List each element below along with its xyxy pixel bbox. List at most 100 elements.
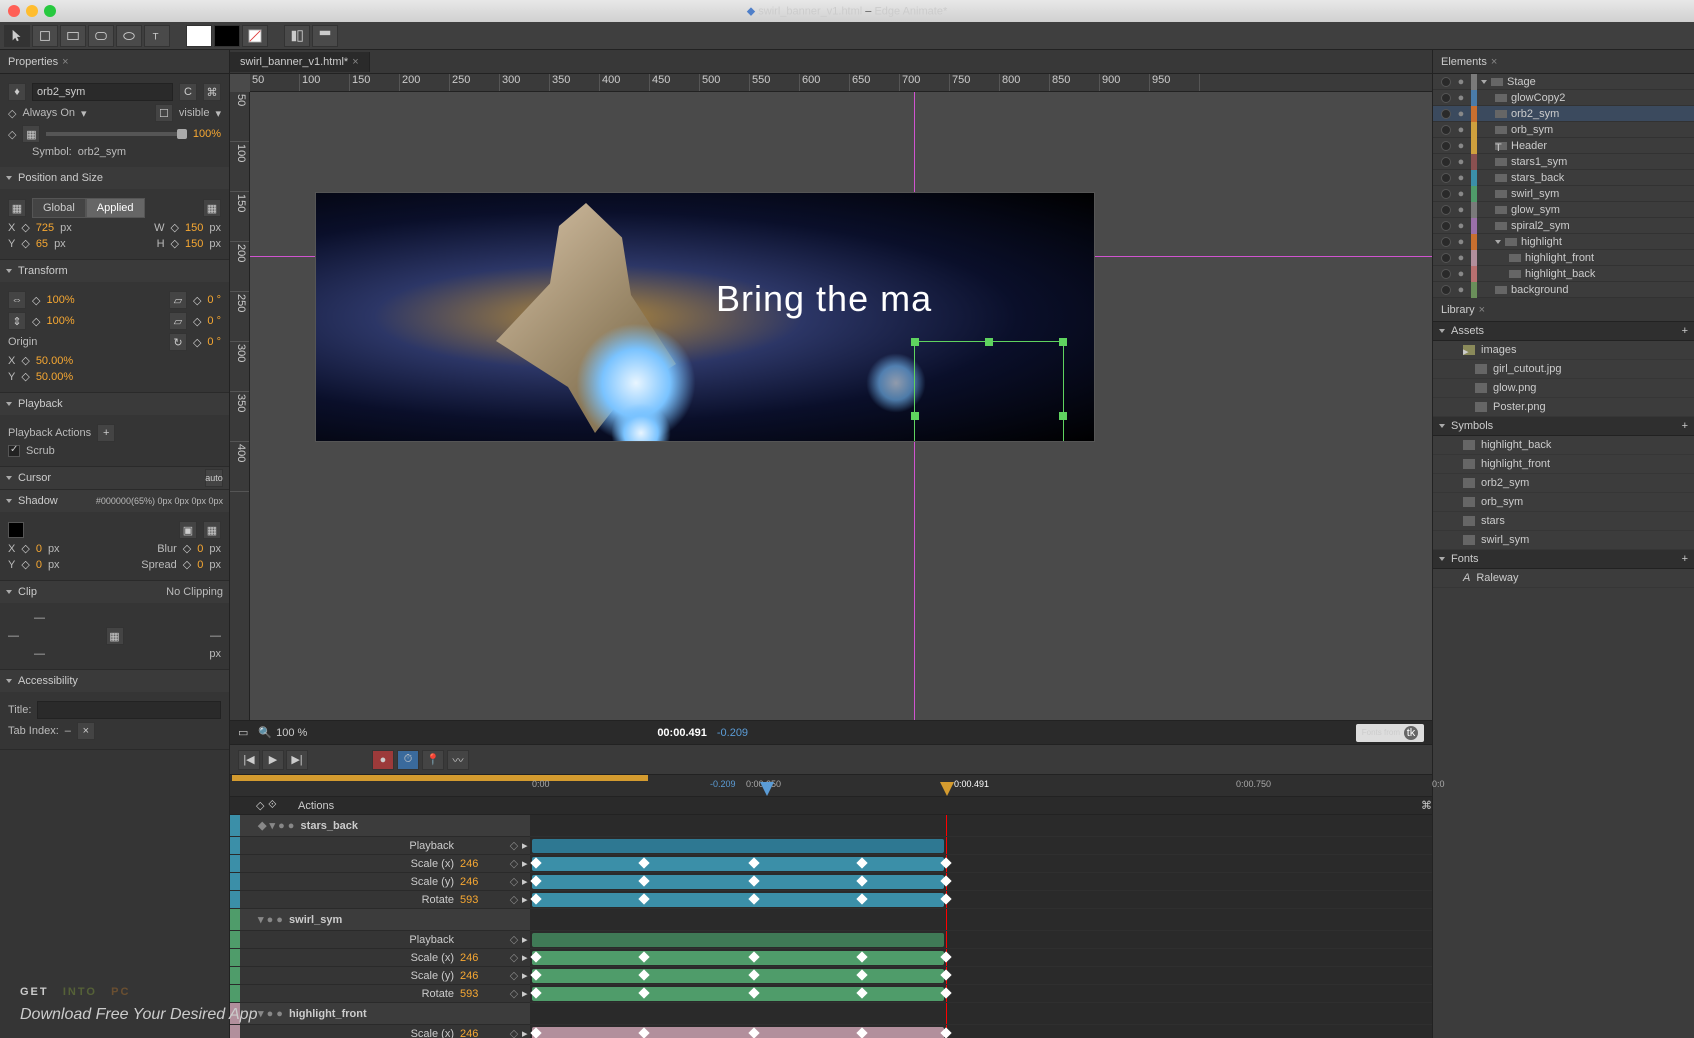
scale-y-value[interactable]: 100% bbox=[46, 315, 74, 327]
action-button[interactable]: ⌘ bbox=[203, 83, 221, 101]
transform-section-header[interactable]: Transform bbox=[0, 260, 229, 282]
visibility-icon[interactable]: ● bbox=[1455, 92, 1467, 104]
add-keyframe-button[interactable]: ◇ bbox=[506, 839, 522, 852]
layer-glowCopy2[interactable]: ●glowCopy2 bbox=[1433, 90, 1694, 106]
track-stars_back[interactable]: ◆ ▾ ● ● stars_back bbox=[230, 815, 530, 837]
prop-Playback[interactable]: Playback◇▸ bbox=[230, 931, 530, 949]
selection-box[interactable] bbox=[914, 341, 1064, 442]
shadow-type-inner[interactable]: ▦ bbox=[203, 521, 221, 539]
symbol-stars[interactable]: stars bbox=[1433, 512, 1694, 531]
playhead-marker[interactable] bbox=[940, 782, 954, 796]
visibility-icon[interactable]: ● bbox=[1455, 268, 1467, 280]
visibility-icon[interactable]: ● bbox=[1455, 140, 1467, 152]
add-keyframe-button[interactable]: ◇ bbox=[506, 875, 522, 888]
layout-defaults[interactable] bbox=[312, 25, 338, 47]
fg-color-swatch[interactable] bbox=[214, 25, 240, 47]
layer-stars1_sym[interactable]: ●stars1_sym bbox=[1433, 154, 1694, 170]
close-window-button[interactable] bbox=[8, 5, 20, 17]
zoom-out-button[interactable]: ▭ bbox=[238, 726, 248, 739]
visibility-icon[interactable]: ● bbox=[1455, 236, 1467, 248]
asset-Poster.png[interactable]: Poster.png bbox=[1433, 398, 1694, 417]
add-keyframe-button[interactable]: ◇ bbox=[506, 893, 522, 906]
add-keyframe-button[interactable]: ◇ bbox=[506, 951, 522, 964]
play-button[interactable]: ▶ bbox=[262, 750, 284, 770]
coord-icon[interactable]: ▦ bbox=[8, 199, 26, 217]
fonts-badge[interactable]: Fonts fromtk bbox=[1356, 724, 1424, 742]
symbol-highlight_back[interactable]: highlight_back bbox=[1433, 436, 1694, 455]
layer-orb2_sym[interactable]: ●orb2_sym bbox=[1433, 106, 1694, 122]
scale-x-value[interactable]: 100% bbox=[46, 294, 74, 306]
auto-transition-button[interactable]: ⏱ bbox=[397, 750, 419, 770]
layer-Header[interactable]: ●THeader bbox=[1433, 138, 1694, 154]
fonts-section[interactable]: Fonts+ bbox=[1433, 550, 1694, 569]
pos-x-value[interactable]: 725 bbox=[36, 222, 54, 234]
pin-marker[interactable] bbox=[760, 782, 774, 796]
transform-tool[interactable] bbox=[32, 25, 58, 47]
symbols-section[interactable]: Symbols+ bbox=[1433, 417, 1694, 436]
tabindex-remove[interactable]: × bbox=[77, 722, 95, 740]
layer-highlight_front[interactable]: ●highlight_front bbox=[1433, 250, 1694, 266]
layer-orb_sym[interactable]: ●orb_sym bbox=[1433, 122, 1694, 138]
prop-Rotate[interactable]: Rotate593◇▸ bbox=[230, 985, 530, 1003]
prop-Scale (y)[interactable]: Scale (y)246◇▸ bbox=[230, 873, 530, 891]
ellipse-tool[interactable] bbox=[116, 25, 142, 47]
prop-Scale (x)[interactable]: Scale (x)246◇▸ bbox=[230, 855, 530, 873]
shadow-section-header[interactable]: Shadow#000000(65%) 0px 0px 0px 0px bbox=[0, 490, 229, 512]
shadow-x[interactable]: 0 bbox=[36, 543, 42, 555]
document-tab[interactable]: swirl_banner_v1.html*× bbox=[230, 52, 370, 72]
visibility-icon[interactable]: ● bbox=[1455, 124, 1467, 136]
visibility-icon[interactable]: ● bbox=[1455, 108, 1467, 120]
elements-tab[interactable]: Elements× bbox=[1433, 50, 1694, 74]
shadow-blur[interactable]: 0 bbox=[197, 543, 203, 555]
layer-highlight_back[interactable]: ●highlight_back bbox=[1433, 266, 1694, 282]
stage-composition[interactable]: Bring the ma bbox=[315, 192, 1095, 442]
layer-glow_sym[interactable]: ●glow_sym bbox=[1433, 202, 1694, 218]
track-swirl_sym[interactable]: ▾ ● ● swirl_sym bbox=[230, 909, 530, 931]
scrub-checkbox[interactable] bbox=[8, 445, 20, 457]
prop-Scale (x)[interactable]: Scale (x)246◇▸ bbox=[230, 949, 530, 967]
shadow-type-outer[interactable]: ▣ bbox=[179, 521, 197, 539]
visibility-icon[interactable]: ● bbox=[1455, 284, 1467, 296]
opacity-slider[interactable] bbox=[46, 132, 186, 136]
playback-section-header[interactable]: Playback bbox=[0, 393, 229, 415]
prop-Rotate[interactable]: Rotate593◇▸ bbox=[230, 891, 530, 909]
visibility-icon[interactable]: ● bbox=[1455, 220, 1467, 232]
coord-mode-pill[interactable]: Global Applied bbox=[32, 198, 145, 218]
accessibility-section-header[interactable]: Accessibility bbox=[0, 670, 229, 692]
forward-button[interactable]: ▶| bbox=[286, 750, 308, 770]
zoom-window-button[interactable] bbox=[44, 5, 56, 17]
display-icon[interactable]: ▦ bbox=[22, 125, 40, 143]
prop-Playback[interactable]: Playback◇▸ bbox=[230, 837, 530, 855]
assets-section[interactable]: Assets+ bbox=[1433, 322, 1694, 341]
cursor-auto-button[interactable]: auto bbox=[205, 469, 223, 487]
symbol-orb_sym[interactable]: orb_sym bbox=[1433, 493, 1694, 512]
height-value[interactable]: 150 bbox=[185, 238, 203, 250]
add-keyframe-button[interactable]: ◇ bbox=[506, 933, 522, 946]
cursor-section-header[interactable]: Cursorauto bbox=[0, 467, 229, 489]
no-fill-swatch[interactable] bbox=[242, 25, 268, 47]
ruler-horizontal[interactable]: 5010015020025030035040045050055060065070… bbox=[250, 74, 1432, 92]
shadow-y[interactable]: 0 bbox=[36, 559, 42, 571]
layer-stars_back[interactable]: ●stars_back bbox=[1433, 170, 1694, 186]
asset-glow.png[interactable]: glow.png bbox=[1433, 379, 1694, 398]
prop-Scale (x)[interactable]: Scale (x)246◇▸ bbox=[230, 1025, 530, 1038]
layer-spiral2_sym[interactable]: ●spiral2_sym bbox=[1433, 218, 1694, 234]
layout-toggle[interactable] bbox=[284, 25, 310, 47]
selection-tool[interactable] bbox=[4, 25, 30, 47]
asset-girl_cutout.jpg[interactable]: girl_cutout.jpg bbox=[1433, 360, 1694, 379]
timeline-ruler[interactable]: 0:00 -0.209 0:00.250 0:00.491 0:00.750 0… bbox=[230, 775, 1432, 797]
add-playback-action[interactable]: + bbox=[97, 424, 115, 442]
element-name-input[interactable]: orb2_sym bbox=[32, 83, 173, 101]
auto-keyframe-button[interactable]: ● bbox=[372, 750, 394, 770]
library-tab[interactable]: Library× bbox=[1433, 298, 1694, 322]
pos-y-value[interactable]: 65 bbox=[36, 238, 48, 250]
width-value[interactable]: 150 bbox=[185, 222, 203, 234]
easing-button[interactable]: 〰 bbox=[447, 750, 469, 770]
shadow-spread[interactable]: 0 bbox=[197, 559, 203, 571]
layer-background[interactable]: ●background bbox=[1433, 282, 1694, 298]
add-asset-button[interactable]: + bbox=[1682, 325, 1688, 337]
add-font-button[interactable]: + bbox=[1682, 553, 1688, 565]
layer-Stage[interactable]: ●Stage bbox=[1433, 74, 1694, 90]
visibility-icon[interactable]: ● bbox=[1455, 252, 1467, 264]
position-section-header[interactable]: Position and Size bbox=[0, 167, 229, 189]
